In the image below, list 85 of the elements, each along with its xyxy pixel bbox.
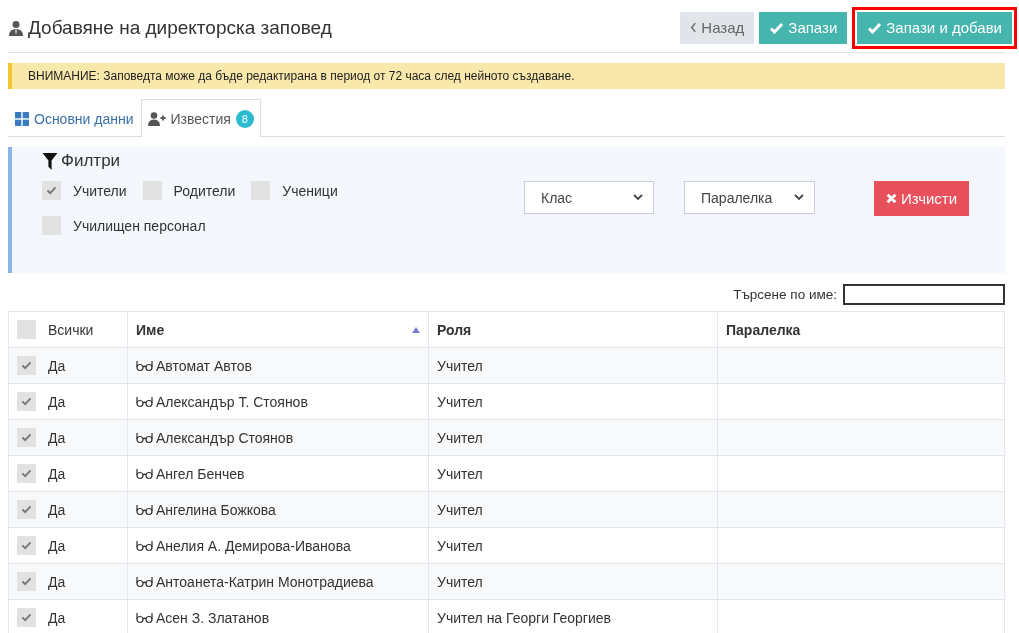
column-header[interactable]: Име bbox=[136, 321, 165, 338]
checkbox[interactable] bbox=[17, 572, 36, 591]
check-icon bbox=[21, 505, 32, 514]
checkbox[interactable] bbox=[17, 428, 36, 447]
table-cell: Ангелина Божкова bbox=[156, 501, 276, 518]
page-title: Добавяне на директорска заповед bbox=[28, 16, 332, 39]
check-icon bbox=[21, 469, 32, 478]
table-cell: Да bbox=[48, 357, 66, 374]
checkbox-label: Училищен персонал bbox=[73, 217, 206, 234]
checkbox-label: Учители bbox=[73, 182, 127, 199]
chevron-left-icon bbox=[690, 22, 698, 33]
table-cell: Александър Т. Стоянов bbox=[156, 393, 308, 410]
checkbox[interactable] bbox=[42, 181, 61, 200]
table-cell: Анелия А. Демирова-Иванова bbox=[156, 537, 351, 554]
table-cell: Да bbox=[48, 393, 66, 410]
table-cell: Антоанета-Катрин Монотрадиева bbox=[156, 573, 374, 590]
count-badge: 8 bbox=[235, 109, 254, 128]
table-cell: Учител bbox=[437, 357, 483, 374]
table-cell: Да bbox=[48, 609, 66, 626]
glasses-icon bbox=[136, 503, 153, 516]
checkbox[interactable] bbox=[17, 608, 36, 627]
glasses-icon bbox=[136, 539, 153, 552]
table-cell: Учител bbox=[437, 393, 483, 410]
filter-title: Филтри bbox=[61, 151, 121, 171]
tab[interactable]: Известия 8 bbox=[140, 99, 261, 137]
column-header[interactable]: Паралелка bbox=[726, 321, 801, 338]
table-cell: Ангел Бенчев bbox=[156, 465, 245, 482]
check-icon bbox=[21, 397, 32, 406]
checkbox[interactable] bbox=[17, 320, 36, 339]
dropdown[interactable]: Паралелка bbox=[684, 181, 815, 214]
checkbox[interactable] bbox=[17, 536, 36, 555]
filter-icon bbox=[42, 152, 58, 170]
check-icon bbox=[21, 541, 32, 550]
check-icon bbox=[21, 433, 32, 442]
close-icon bbox=[886, 193, 897, 204]
check-icon bbox=[769, 21, 785, 34]
glasses-icon bbox=[136, 611, 153, 624]
chevron-down-icon bbox=[794, 194, 804, 201]
table-cell: Учител bbox=[437, 501, 483, 518]
grid-icon bbox=[15, 111, 29, 126]
table-cell: Да bbox=[48, 501, 66, 518]
checkbox[interactable] bbox=[17, 356, 36, 375]
table-cell: Учител bbox=[437, 429, 483, 446]
check-icon bbox=[21, 577, 32, 586]
search-field[interactable] bbox=[843, 284, 1005, 305]
check-icon bbox=[867, 21, 883, 34]
table-cell: Асен З. Златанов bbox=[156, 609, 270, 626]
warning-banner: ВНИМАНИЕ: Заповедта може да бъде редактирана в период от 72 часа след нейното създаване. bbox=[8, 63, 1005, 89]
table-cell: Учител на Георги Георгиев bbox=[437, 609, 612, 626]
table-cell: Александър Стоянов bbox=[156, 429, 294, 446]
checkbox[interactable] bbox=[142, 181, 162, 200]
table-cell: Да bbox=[48, 573, 66, 590]
column-header: Всички bbox=[48, 321, 94, 338]
user-icon bbox=[8, 19, 24, 36]
search-label: Търсене по име: bbox=[733, 287, 837, 302]
sort-up-icon[interactable] bbox=[412, 326, 420, 333]
checkbox-label: Родители bbox=[173, 182, 236, 199]
glasses-icon bbox=[136, 575, 153, 588]
glasses-icon bbox=[136, 395, 153, 408]
check-icon bbox=[21, 361, 32, 370]
table-cell: Да bbox=[48, 537, 66, 554]
tab[interactable]: Основни данни bbox=[8, 99, 141, 137]
back-button[interactable]: Назад bbox=[680, 11, 755, 44]
chevron-down-icon bbox=[633, 194, 643, 201]
table-cell: Да bbox=[48, 465, 66, 482]
column-header[interactable]: Роля bbox=[437, 321, 472, 338]
checkbox-label: Ученици bbox=[282, 182, 338, 199]
checkbox[interactable] bbox=[17, 464, 36, 483]
check-icon bbox=[46, 186, 57, 195]
table-cell: Учител bbox=[437, 537, 483, 554]
table-cell: Да bbox=[48, 429, 66, 446]
checkbox[interactable] bbox=[17, 392, 36, 411]
glasses-icon bbox=[136, 359, 153, 372]
table-cell: Автомат Автов bbox=[156, 357, 252, 374]
glasses-icon bbox=[136, 467, 153, 480]
glasses-icon bbox=[136, 431, 153, 444]
table-cell: Учител bbox=[437, 465, 483, 482]
checkbox[interactable] bbox=[42, 216, 61, 235]
clear-button[interactable]: Изчисти bbox=[874, 181, 970, 216]
checkbox[interactable] bbox=[17, 500, 36, 519]
checkbox[interactable] bbox=[251, 181, 271, 200]
check-icon bbox=[21, 613, 32, 622]
user-plus-icon bbox=[147, 111, 166, 126]
table-cell: Учител bbox=[437, 573, 483, 590]
dropdown[interactable]: Клас bbox=[524, 181, 654, 214]
